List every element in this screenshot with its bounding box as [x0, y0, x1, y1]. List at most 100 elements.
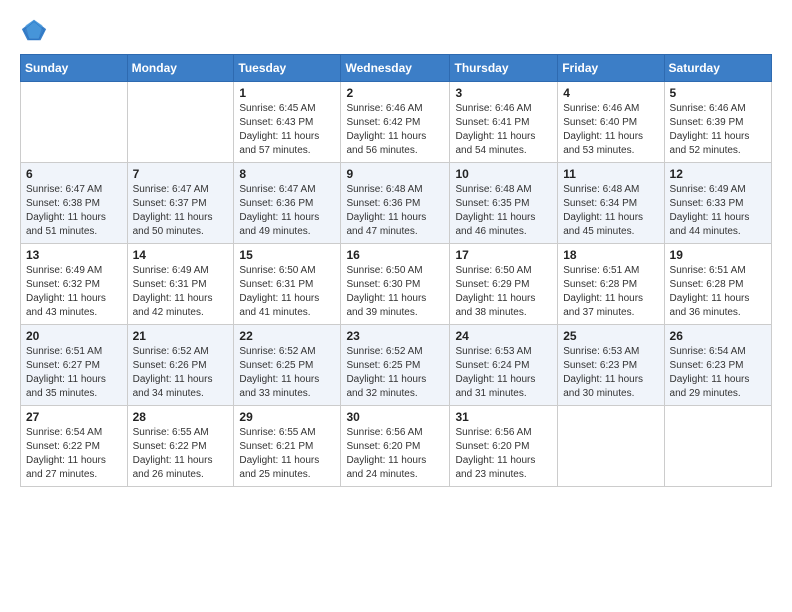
weekday-saturday: Saturday [664, 55, 771, 82]
day-info: Sunrise: 6:54 AMSunset: 6:23 PMDaylight:… [670, 345, 766, 401]
logo-icon [20, 16, 48, 44]
day-number: 30 [346, 410, 444, 424]
day-number: 3 [455, 86, 552, 100]
day-number: 5 [670, 86, 766, 100]
weekday-sunday: Sunday [21, 55, 128, 82]
day-number: 2 [346, 86, 444, 100]
week-row-2: 6Sunrise: 6:47 AMSunset: 6:38 PMDaylight… [21, 163, 772, 244]
day-cell-29: 29 Sunrise: 6:55 AMSunset: 6:21 PMDayligh… [234, 406, 341, 487]
day-info: Sunrise: 6:49 AMSunset: 6:31 PMDaylight:… [133, 264, 229, 320]
day-info: Sunrise: 6:52 AMSunset: 6:25 PMDaylight:… [346, 345, 444, 401]
day-number: 14 [133, 248, 229, 262]
day-cell-18: 18 Sunrise: 6:51 AMSunset: 6:28 PMDayligh… [558, 244, 664, 325]
week-row-5: 27 Sunrise: 6:54 AMSunset: 6:22 PMDayligh… [21, 406, 772, 487]
day-number: 18 [563, 248, 658, 262]
day-info: Sunrise: 6:49 AMSunset: 6:33 PMDaylight:… [670, 183, 766, 239]
day-number: 7 [133, 167, 229, 181]
day-info: Sunrise: 6:46 AMSunset: 6:39 PMDaylight:… [670, 102, 766, 158]
day-info: Sunrise: 6:56 AMSunset: 6:20 PMDaylight:… [455, 426, 552, 482]
day-cell-2: 2 Sunrise: 6:46 AMSunset: 6:42 PMDaylight… [341, 82, 450, 163]
empty-cell [558, 406, 664, 487]
day-cell-25: 25 Sunrise: 6:53 AMSunset: 6:23 PMDayligh… [558, 325, 664, 406]
day-cell-28: 28 Sunrise: 6:55 AMSunset: 6:22 PMDayligh… [127, 406, 234, 487]
day-cell-30: 30 Sunrise: 6:56 AMSunset: 6:20 PMDayligh… [341, 406, 450, 487]
day-number: 17 [455, 248, 552, 262]
day-number: 28 [133, 410, 229, 424]
day-cell-10: 10 Sunrise: 6:48 AMSunset: 6:35 PMDayligh… [450, 163, 558, 244]
day-info: Sunrise: 6:45 AMSunset: 6:43 PMDaylight:… [239, 102, 335, 158]
day-info: Sunrise: 6:48 AMSunset: 6:35 PMDaylight:… [455, 183, 552, 239]
day-cell-3: 3 Sunrise: 6:46 AMSunset: 6:41 PMDaylight… [450, 82, 558, 163]
day-info: Sunrise: 6:48 AMSunset: 6:36 PMDaylight:… [346, 183, 444, 239]
day-number: 13 [26, 248, 122, 262]
day-cell-26: 26 Sunrise: 6:54 AMSunset: 6:23 PMDayligh… [664, 325, 771, 406]
day-cell-4: 4 Sunrise: 6:46 AMSunset: 6:40 PMDaylight… [558, 82, 664, 163]
day-info: Sunrise: 6:50 AMSunset: 6:29 PMDaylight:… [455, 264, 552, 320]
weekday-monday: Monday [127, 55, 234, 82]
day-number: 29 [239, 410, 335, 424]
day-cell-13: 13 Sunrise: 6:49 AMSunset: 6:32 PMDayligh… [21, 244, 128, 325]
day-cell-24: 24 Sunrise: 6:53 AMSunset: 6:24 PMDayligh… [450, 325, 558, 406]
day-info: Sunrise: 6:50 AMSunset: 6:31 PMDaylight:… [239, 264, 335, 320]
day-number: 12 [670, 167, 766, 181]
weekday-header-row: SundayMondayTuesdayWednesdayThursdayFrid… [21, 55, 772, 82]
day-number: 15 [239, 248, 335, 262]
day-cell-6: 6Sunrise: 6:47 AMSunset: 6:38 PMDaylight… [21, 163, 128, 244]
day-cell-14: 14 Sunrise: 6:49 AMSunset: 6:31 PMDayligh… [127, 244, 234, 325]
day-info: Sunrise: 6:50 AMSunset: 6:30 PMDaylight:… [346, 264, 444, 320]
day-info: Sunrise: 6:52 AMSunset: 6:26 PMDaylight:… [133, 345, 229, 401]
page: SundayMondayTuesdayWednesdayThursdayFrid… [0, 0, 792, 612]
day-cell-19: 19 Sunrise: 6:51 AMSunset: 6:28 PMDayligh… [664, 244, 771, 325]
weekday-wednesday: Wednesday [341, 55, 450, 82]
empty-cell [127, 82, 234, 163]
day-cell-22: 22 Sunrise: 6:52 AMSunset: 6:25 PMDayligh… [234, 325, 341, 406]
day-number: 23 [346, 329, 444, 343]
day-info: Sunrise: 6:51 AMSunset: 6:28 PMDaylight:… [670, 264, 766, 320]
day-info: Sunrise: 6:53 AMSunset: 6:24 PMDaylight:… [455, 345, 552, 401]
day-cell-7: 7 Sunrise: 6:47 AMSunset: 6:37 PMDaylight… [127, 163, 234, 244]
day-info: Sunrise: 6:56 AMSunset: 6:20 PMDaylight:… [346, 426, 444, 482]
day-number: 20 [26, 329, 122, 343]
day-info: Sunrise: 6:53 AMSunset: 6:23 PMDaylight:… [563, 345, 658, 401]
day-info: Sunrise: 6:47 AMSunset: 6:38 PMDaylight:… [26, 183, 122, 239]
day-number: 4 [563, 86, 658, 100]
day-cell-8: 8 Sunrise: 6:47 AMSunset: 6:36 PMDaylight… [234, 163, 341, 244]
day-info: Sunrise: 6:46 AMSunset: 6:41 PMDaylight:… [455, 102, 552, 158]
week-row-3: 13 Sunrise: 6:49 AMSunset: 6:32 PMDayligh… [21, 244, 772, 325]
day-cell-1: 1 Sunrise: 6:45 AMSunset: 6:43 PMDaylight… [234, 82, 341, 163]
day-number: 26 [670, 329, 766, 343]
day-info: Sunrise: 6:51 AMSunset: 6:28 PMDaylight:… [563, 264, 658, 320]
day-cell-27: 27 Sunrise: 6:54 AMSunset: 6:22 PMDayligh… [21, 406, 128, 487]
day-number: 31 [455, 410, 552, 424]
day-number: 27 [26, 410, 122, 424]
day-info: Sunrise: 6:46 AMSunset: 6:40 PMDaylight:… [563, 102, 658, 158]
day-cell-11: 11Sunrise: 6:48 AMSunset: 6:34 PMDayligh… [558, 163, 664, 244]
day-number: 8 [239, 167, 335, 181]
day-cell-9: 9 Sunrise: 6:48 AMSunset: 6:36 PMDaylight… [341, 163, 450, 244]
day-cell-5: 5 Sunrise: 6:46 AMSunset: 6:39 PMDaylight… [664, 82, 771, 163]
weekday-tuesday: Tuesday [234, 55, 341, 82]
weekday-friday: Friday [558, 55, 664, 82]
header [20, 16, 772, 44]
day-info: Sunrise: 6:47 AMSunset: 6:36 PMDaylight:… [239, 183, 335, 239]
day-info: Sunrise: 6:49 AMSunset: 6:32 PMDaylight:… [26, 264, 122, 320]
day-number: 9 [346, 167, 444, 181]
day-info: Sunrise: 6:55 AMSunset: 6:21 PMDaylight:… [239, 426, 335, 482]
day-number: 10 [455, 167, 552, 181]
week-row-4: 20Sunrise: 6:51 AMSunset: 6:27 PMDayligh… [21, 325, 772, 406]
day-number: 25 [563, 329, 658, 343]
day-info: Sunrise: 6:47 AMSunset: 6:37 PMDaylight:… [133, 183, 229, 239]
day-number: 1 [239, 86, 335, 100]
day-number: 24 [455, 329, 552, 343]
day-number: 19 [670, 248, 766, 262]
day-cell-17: 17 Sunrise: 6:50 AMSunset: 6:29 PMDayligh… [450, 244, 558, 325]
day-info: Sunrise: 6:54 AMSunset: 6:22 PMDaylight:… [26, 426, 122, 482]
day-cell-16: 16Sunrise: 6:50 AMSunset: 6:30 PMDayligh… [341, 244, 450, 325]
day-info: Sunrise: 6:46 AMSunset: 6:42 PMDaylight:… [346, 102, 444, 158]
week-row-1: 1 Sunrise: 6:45 AMSunset: 6:43 PMDaylight… [21, 82, 772, 163]
day-cell-31: 31 Sunrise: 6:56 AMSunset: 6:20 PMDayligh… [450, 406, 558, 487]
calendar-table: SundayMondayTuesdayWednesdayThursdayFrid… [20, 54, 772, 487]
day-info: Sunrise: 6:52 AMSunset: 6:25 PMDaylight:… [239, 345, 335, 401]
day-number: 22 [239, 329, 335, 343]
day-info: Sunrise: 6:55 AMSunset: 6:22 PMDaylight:… [133, 426, 229, 482]
